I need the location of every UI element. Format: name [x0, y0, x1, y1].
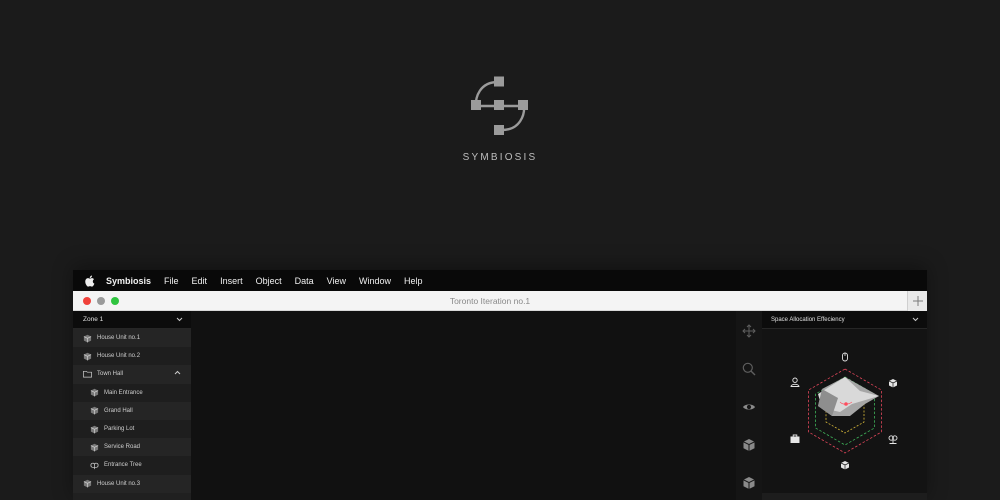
menu-file[interactable]: File [164, 276, 179, 286]
analytics-panel: Space Allocation Effeciency [762, 311, 927, 500]
cube-icon [83, 479, 92, 488]
search-icon[interactable] [742, 362, 756, 376]
tree-item-label: Grand Hall [104, 407, 133, 414]
panel-footer [762, 493, 927, 500]
cube-icon [90, 443, 99, 452]
tree-item-label: Service Road [104, 444, 141, 451]
cube-icon[interactable] [742, 438, 756, 452]
tree-item-entrance-tree[interactable]: Entrance Tree [73, 456, 191, 475]
mouse-icon [842, 352, 848, 362]
menu-object[interactable]: Object [256, 276, 282, 286]
radar-chart [790, 352, 898, 470]
tree-item-parking-lot[interactable]: Parking Lot [73, 419, 191, 439]
briefcase-icon [790, 434, 800, 443]
cube-icon [888, 379, 898, 388]
menu-help[interactable]: Help [404, 276, 423, 286]
brand-splash: SYMBIOSIS [0, 0, 1000, 260]
scene-tree-panel: Zone 1 House Unit no.1 House Unit no.2 T… [73, 311, 191, 500]
tree-item-label: House Unit no.1 [97, 335, 141, 342]
add-tab-button[interactable] [907, 291, 927, 311]
plus-icon [912, 296, 923, 306]
tree-item-house-unit-3[interactable]: House Unit no.3 [73, 474, 191, 493]
tree-item-main-entrance[interactable]: Main Entrance [73, 383, 191, 402]
tool-strip [736, 311, 762, 500]
menu-edit[interactable]: Edit [192, 276, 208, 286]
tree-icon [888, 435, 898, 444]
tree-item-label: House Unit no.3 [97, 480, 141, 487]
chevron-down-icon [176, 317, 183, 322]
title-bar: Toronto Iteration no.1 [73, 291, 927, 311]
menu-window[interactable]: Window [359, 276, 391, 286]
scene-tree: House Unit no.1 House Unit no.2 Town Hal… [73, 329, 191, 493]
tree-item-label: Town Hall [97, 371, 124, 378]
cube-icon [83, 334, 92, 343]
cube-icon [840, 461, 850, 470]
metric-dropdown[interactable]: Space Allocation Effeciency [762, 311, 927, 329]
chevron-up-icon[interactable] [174, 370, 181, 375]
tree-item-label: Entrance Tree [104, 462, 142, 469]
tree-item-label: Parking Lot [104, 426, 135, 433]
tree-item-service-road[interactable]: Service Road [73, 438, 191, 457]
tree-item-grand-hall[interactable]: Grand Hall [73, 401, 191, 420]
tree-item-label: House Unit no.2 [97, 353, 141, 360]
cube-icon [83, 352, 92, 361]
apple-icon[interactable] [82, 274, 96, 288]
app-window: Symbiosis File Edit Insert Object Data V… [73, 270, 927, 500]
chevron-down-icon [912, 317, 919, 322]
eye-icon[interactable] [742, 400, 756, 414]
zone-dropdown[interactable]: Zone 1 [73, 311, 191, 329]
cube-icon [90, 388, 99, 397]
tree-item-label: Main Entrance [104, 389, 143, 396]
move-icon[interactable] [742, 324, 756, 338]
menu-view[interactable]: View [327, 276, 346, 286]
tree-icon [90, 461, 99, 470]
folder-icon [83, 370, 92, 379]
cube-icon[interactable] [742, 476, 756, 490]
menu-bar: Symbiosis File Edit Insert Object Data V… [73, 270, 927, 291]
cube-icon [90, 425, 99, 434]
zone-dropdown-label: Zone 1 [83, 316, 104, 323]
brand-name: SYMBIOSIS [462, 152, 538, 163]
menu-symbiosis[interactable]: Symbiosis [106, 276, 151, 286]
tree-item-house-unit-2[interactable]: House Unit no.2 [73, 347, 191, 366]
cube-icon [90, 406, 99, 415]
user-icon [790, 377, 800, 387]
menu-insert[interactable]: Insert [220, 276, 243, 286]
viewport-canvas[interactable] [191, 311, 736, 500]
tree-item-town-hall[interactable]: Town Hall [73, 365, 191, 384]
metric-dropdown-label: Space Allocation Effeciency [771, 316, 845, 323]
menu-data[interactable]: Data [295, 276, 314, 286]
window-title: Toronto Iteration no.1 [449, 296, 531, 306]
symbiosis-logo-icon [471, 76, 528, 135]
tree-item-house-unit-1[interactable]: House Unit no.1 [73, 329, 191, 348]
